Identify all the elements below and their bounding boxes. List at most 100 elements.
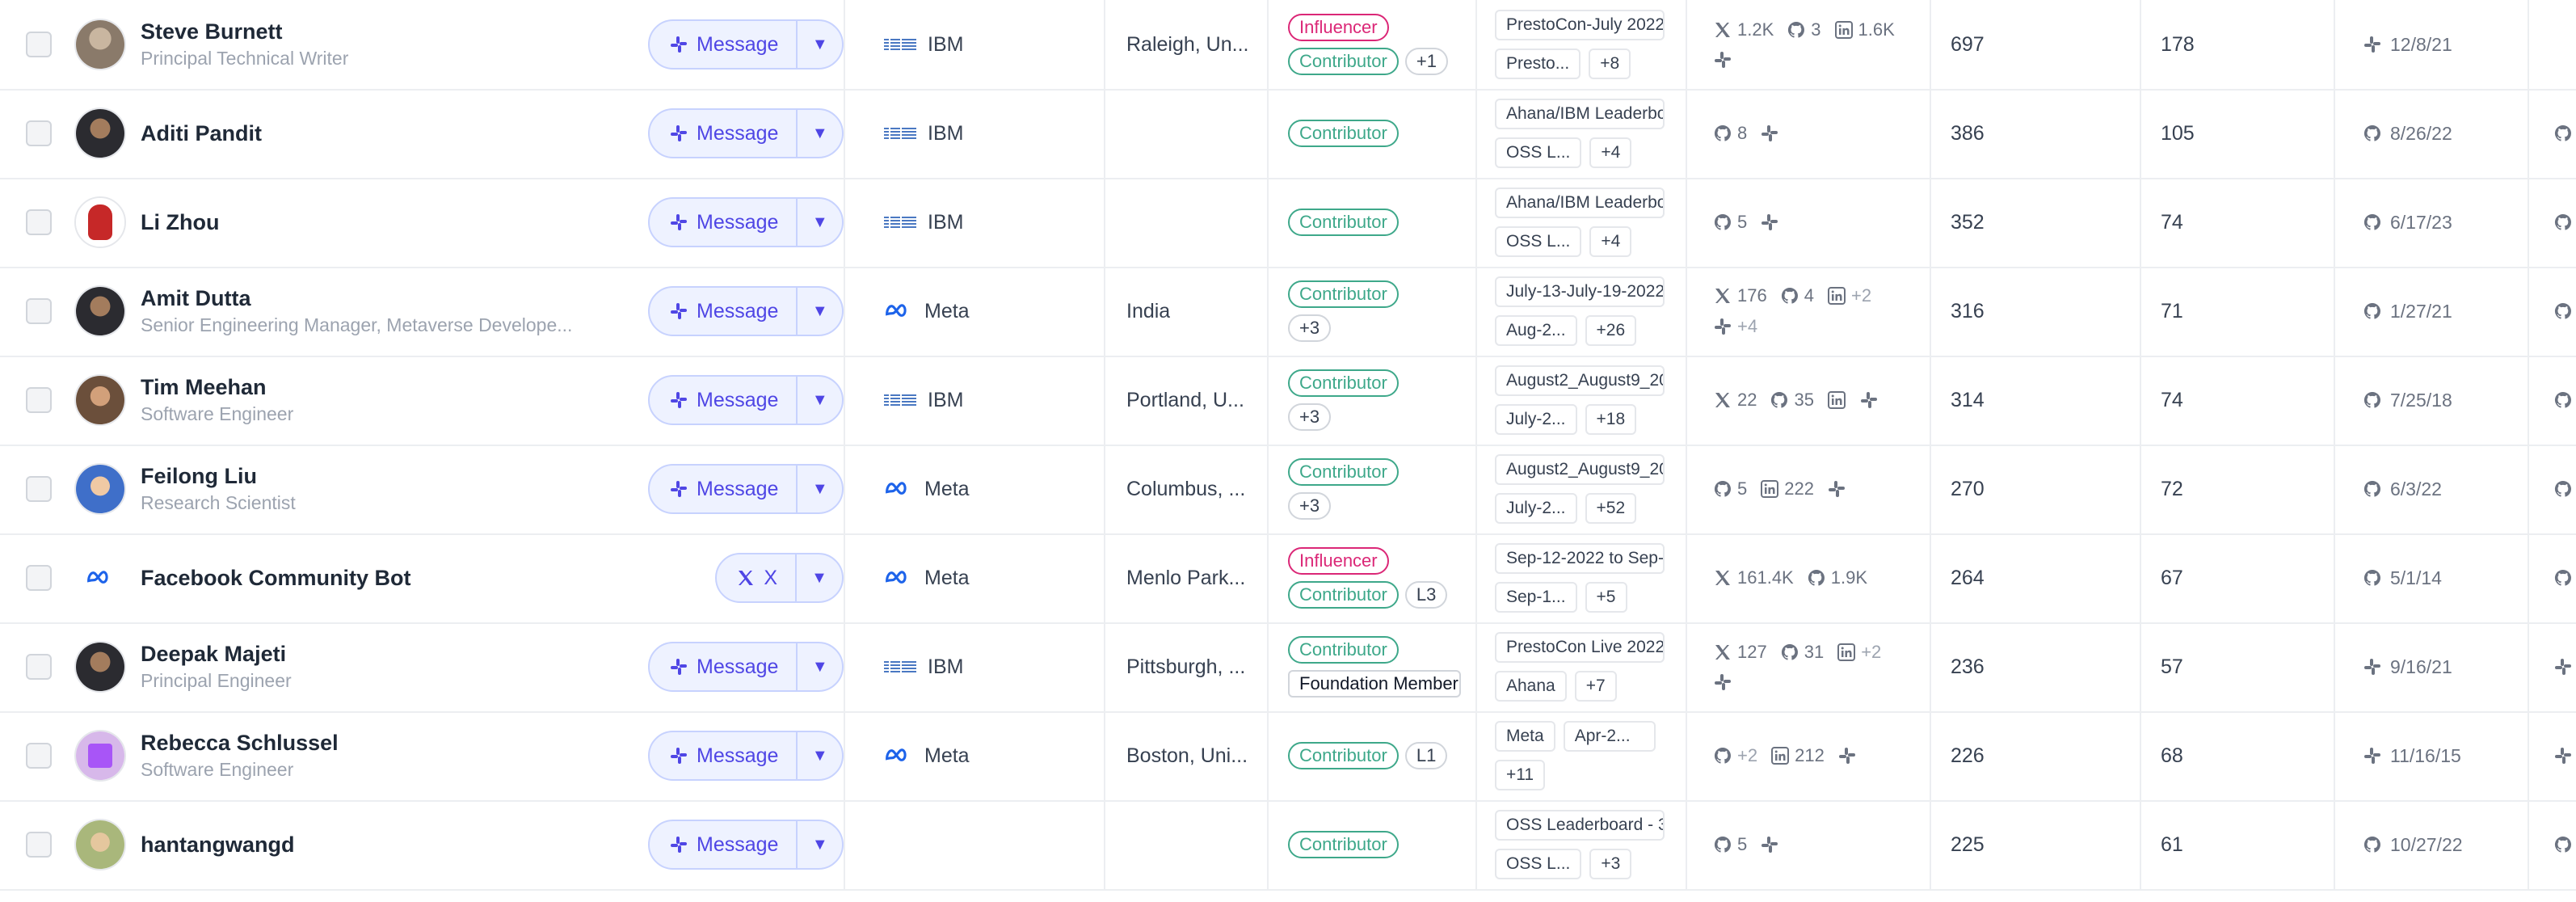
organization-cell[interactable]: Meta	[865, 711, 1105, 800]
event-chip[interactable]: July-2...	[1495, 404, 1577, 435]
event-chip[interactable]: OSS L...	[1495, 137, 1582, 168]
row-checkbox[interactable]	[26, 32, 52, 57]
row-checkbox[interactable]	[26, 832, 52, 858]
social-x[interactable]: 22	[1713, 390, 1757, 411]
table-row[interactable]: Deepak Majeti Principal Engineer Message ▼ I…	[0, 622, 2576, 713]
avatar[interactable]	[74, 285, 126, 337]
tags-more-badge[interactable]: L3	[1404, 581, 1448, 609]
social-linkedin[interactable]: +2	[1837, 642, 1881, 663]
tags-more-badge[interactable]: +3	[1288, 492, 1332, 520]
social-x[interactable]: 127	[1713, 642, 1767, 663]
member-name[interactable]: Feilong Liu	[141, 464, 257, 489]
chevron-down-icon[interactable]: ▼	[798, 377, 842, 424]
event-chip[interactable]: PrestoCon-July 2022	[1495, 10, 1665, 40]
organization-cell[interactable]: Meta	[865, 533, 1105, 622]
chevron-down-icon[interactable]: ▼	[797, 554, 842, 601]
events-more-badge[interactable]: +4	[1589, 137, 1632, 168]
avatar[interactable]	[74, 730, 126, 782]
message-button[interactable]: Message	[650, 288, 798, 335]
row-checkbox[interactable]	[26, 209, 52, 235]
chevron-down-icon[interactable]: ▼	[798, 199, 842, 246]
events-more-badge[interactable]: +8	[1589, 48, 1631, 79]
tags-more-badge[interactable]: +1	[1404, 48, 1448, 75]
social-slack[interactable]	[1713, 50, 1732, 70]
organization-cell[interactable]: IBM	[865, 89, 1105, 178]
avatar[interactable]	[74, 463, 126, 515]
chevron-down-icon[interactable]: ▼	[798, 21, 842, 68]
social-github[interactable]: 1.9K	[1807, 567, 1867, 588]
contributor-tag[interactable]: Contributor	[1288, 369, 1399, 397]
organization-cell[interactable]	[865, 800, 1105, 889]
chevron-down-icon[interactable]: ▼	[798, 643, 842, 690]
event-chip[interactable]: Apr-2...	[1563, 721, 1656, 752]
events-more-badge[interactable]: +3	[1589, 849, 1632, 879]
table-row[interactable]: Tim Meehan Software Engineer Message ▼ IBM Po…	[0, 356, 2576, 446]
foundation-member-tag[interactable]: Foundation Member	[1288, 670, 1461, 698]
member-name[interactable]: Aditi Pandit	[141, 121, 262, 146]
contributor-tag[interactable]: Contributor	[1288, 120, 1399, 147]
contributor-tag[interactable]: Contributor	[1288, 831, 1399, 858]
table-row[interactable]: Rebecca Schlussel Software Engineer Messag…	[0, 711, 2576, 802]
event-chip[interactable]: Ahana/IBM Leaderboard	[1495, 99, 1665, 129]
x-button[interactable]: X	[717, 554, 797, 601]
social-linkedin[interactable]: 222	[1760, 478, 1814, 499]
social-linkedin[interactable]: 1.6K	[1834, 19, 1895, 40]
contributor-tag[interactable]: Contributor	[1288, 280, 1399, 308]
member-name[interactable]: Rebecca Schlussel	[141, 731, 339, 756]
row-checkbox[interactable]	[26, 298, 52, 324]
avatar[interactable]	[74, 107, 126, 159]
event-chip[interactable]: Presto...	[1495, 48, 1581, 79]
table-row[interactable]: Amit Dutta Senior Engineering Manager, Me…	[0, 267, 2576, 357]
contributor-tag[interactable]: Contributor	[1288, 458, 1399, 486]
chevron-down-icon[interactable]: ▼	[798, 288, 842, 335]
events-more-badge[interactable]: +18	[1585, 404, 1637, 435]
social-github[interactable]: 31	[1780, 642, 1824, 663]
influencer-tag[interactable]: Influencer	[1288, 547, 1389, 575]
social-github[interactable]: 8	[1713, 123, 1747, 144]
row-checkbox[interactable]	[26, 565, 52, 591]
member-name[interactable]: Amit Dutta	[141, 286, 251, 311]
member-name[interactable]: Facebook Community Bot	[141, 566, 411, 591]
message-button[interactable]: Message	[650, 466, 798, 512]
table-row[interactable]: Facebook Community Bot X ▼ Meta Menlo Park..…	[0, 533, 2576, 624]
member-name[interactable]: Steve Burnett	[141, 19, 283, 44]
event-chip[interactable]: PrestoCon Live 2022	[1495, 632, 1665, 663]
contributor-tag[interactable]: Contributor	[1288, 581, 1399, 609]
message-button[interactable]: Message	[650, 377, 798, 424]
event-chip[interactable]: Meta	[1495, 721, 1555, 752]
social-slack[interactable]	[1837, 746, 1857, 765]
social-linkedin[interactable]: +2	[1827, 285, 1871, 306]
row-checkbox[interactable]	[26, 743, 52, 769]
organization-cell[interactable]: IBM	[865, 622, 1105, 711]
event-chip[interactable]: August2_August9_2022	[1495, 365, 1665, 396]
contributor-tag[interactable]: Contributor	[1288, 742, 1399, 769]
social-linkedin[interactable]: 212	[1770, 745, 1825, 766]
avatar[interactable]	[74, 641, 126, 693]
row-checkbox[interactable]	[26, 120, 52, 146]
social-github[interactable]: 5	[1713, 478, 1747, 499]
member-name[interactable]: Li Zhou	[141, 210, 219, 235]
table-row[interactable]: Li Zhou Message ▼ IBM Contributor Ahana/IBM L…	[0, 178, 2576, 268]
events-more-badge[interactable]: +4	[1589, 226, 1632, 257]
contributor-tag[interactable]: Contributor	[1288, 209, 1399, 236]
event-chip[interactable]: OSS Leaderboard - 3	[1495, 810, 1665, 841]
tags-more-badge[interactable]: +3	[1288, 314, 1332, 342]
row-checkbox[interactable]	[26, 476, 52, 502]
social-slack[interactable]	[1859, 390, 1879, 410]
chevron-down-icon[interactable]: ▼	[798, 732, 842, 779]
events-more-badge[interactable]: +52	[1585, 493, 1637, 524]
member-name[interactable]: hantangwangd	[141, 832, 295, 858]
member-name[interactable]: Deepak Majeti	[141, 642, 286, 667]
social-slack[interactable]	[1713, 672, 1732, 692]
row-checkbox[interactable]	[26, 387, 52, 413]
member-name[interactable]: Tim Meehan	[141, 375, 267, 400]
message-button[interactable]: Message	[650, 110, 798, 157]
influencer-tag[interactable]: Influencer	[1288, 14, 1389, 41]
message-button[interactable]: Message	[650, 821, 798, 868]
organization-cell[interactable]: Meta	[865, 267, 1105, 356]
social-github[interactable]: +2	[1713, 745, 1757, 766]
table-row[interactable]: hantangwangd Message ▼ Contributor OSS Leade…	[0, 800, 2576, 891]
events-more-badge[interactable]: +7	[1574, 671, 1617, 702]
organization-cell[interactable]: IBM	[865, 356, 1105, 445]
social-slack[interactable]	[1827, 479, 1846, 499]
